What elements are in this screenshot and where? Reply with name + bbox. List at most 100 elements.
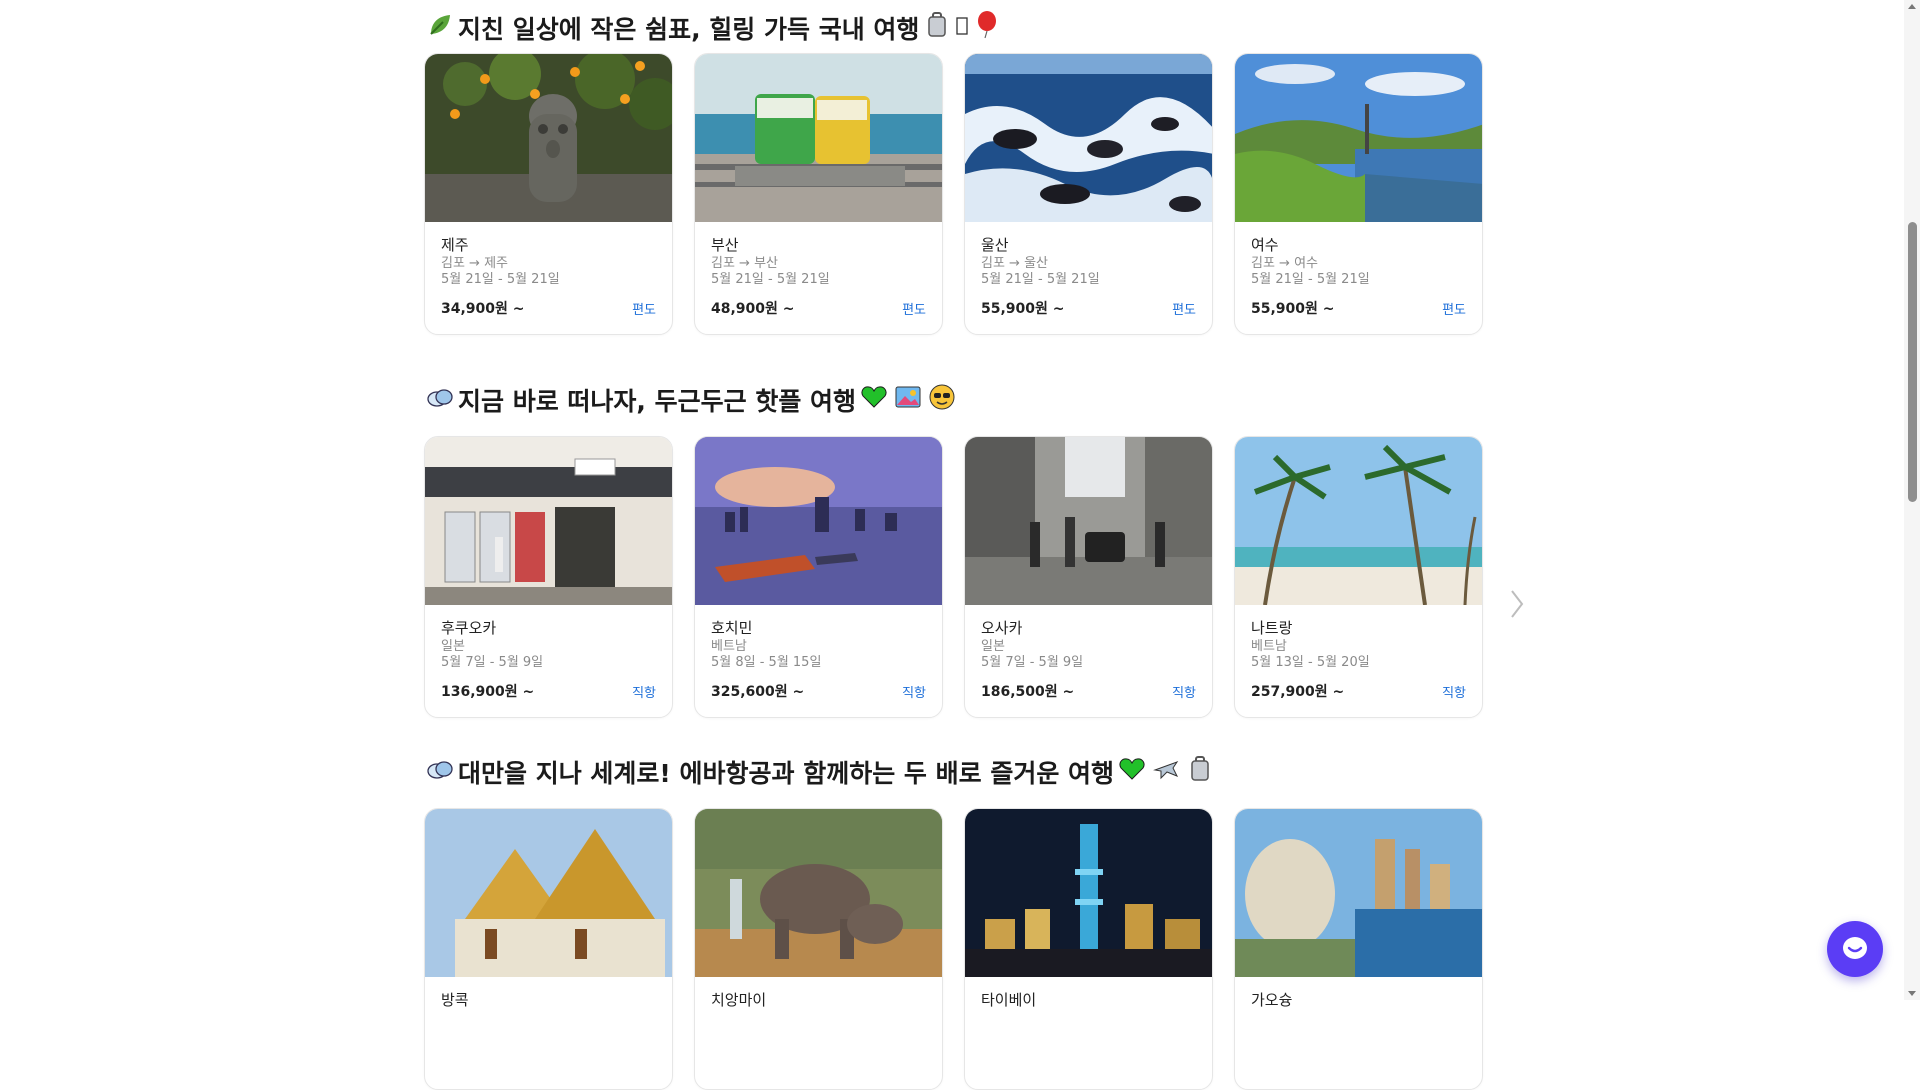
card-footer: 55,900원 ~ 편도 bbox=[1251, 298, 1466, 318]
price-text: 55,900원 ~ bbox=[1251, 301, 1335, 317]
chiangmai-elephants-image bbox=[695, 809, 942, 977]
scroll-down-arrow-icon[interactable] bbox=[1908, 991, 1916, 996]
price-text: 136,900원 ~ bbox=[441, 684, 535, 700]
card-footer: 186,500원 ~ 직항 bbox=[981, 681, 1196, 701]
card-footer: 55,900원 ~ 편도 bbox=[981, 298, 1196, 318]
destination-name: 타이베이 bbox=[981, 991, 1037, 1009]
trip-type-tag: 편도 bbox=[902, 302, 926, 318]
nhatrang-palm-beach-image bbox=[1235, 437, 1482, 605]
price-text: 34,900원 ~ bbox=[441, 301, 525, 317]
missing-glyph-icon bbox=[955, 16, 969, 41]
trip-type-tag: 직항 bbox=[632, 685, 656, 701]
scrollbar-thumb[interactable] bbox=[1908, 222, 1917, 502]
destination-card[interactable]: 가오슝 bbox=[1234, 808, 1483, 1090]
card-info: 울산 김포 → 울산 5월 21일 - 5월 21일 bbox=[981, 234, 1198, 288]
route-text: 김포 → 제주 bbox=[441, 256, 508, 271]
destination-card[interactable]: 후쿠오카 일본 5월 7일 - 5월 9일 136,900원 ~ 직항 bbox=[424, 436, 673, 718]
destination-card[interactable]: 타이베이 bbox=[964, 808, 1213, 1090]
card-footer: 325,600원 ~ 직항 bbox=[711, 681, 926, 701]
bangkok-temple-image bbox=[425, 809, 672, 977]
scroll-up-arrow-icon[interactable] bbox=[1908, 4, 1916, 9]
card-footer: 34,900원 ~ 편도 bbox=[441, 298, 656, 318]
trip-type-tag: 편도 bbox=[1442, 302, 1466, 318]
destination-card[interactable]: 호치민 베트남 5월 8일 - 5월 15일 325,600원 ~ 직항 bbox=[694, 436, 943, 718]
country-text: 일본 bbox=[441, 639, 465, 654]
date-range: 5월 21일 - 5월 21일 bbox=[441, 272, 560, 287]
jeju-stone-statue-image bbox=[425, 54, 672, 222]
card-info: 가오슝 bbox=[1251, 989, 1468, 1011]
card-carousel: 후쿠오카 일본 5월 7일 - 5월 9일 136,900원 ~ 직항 호치민 … bbox=[424, 436, 1524, 718]
fukuoka-shopfront-image bbox=[425, 437, 672, 605]
destination-card[interactable]: 나트랑 베트남 5월 13일 - 5월 20일 257,900원 ~ 직항 bbox=[1234, 436, 1483, 718]
osaka-street-image bbox=[965, 437, 1212, 605]
luggage-icon bbox=[921, 12, 953, 44]
vertical-scrollbar[interactable] bbox=[1904, 0, 1920, 1000]
country-text: 베트남 bbox=[711, 639, 747, 654]
green-heart-icon bbox=[858, 385, 890, 415]
sunglasses-face-icon bbox=[926, 384, 958, 416]
date-range: 5월 21일 - 5월 21일 bbox=[711, 272, 830, 287]
date-range: 5월 7일 - 5월 9일 bbox=[441, 655, 544, 670]
cloud-icon bbox=[424, 385, 456, 415]
card-info: 후쿠오카 일본 5월 7일 - 5월 9일 bbox=[441, 617, 658, 671]
card-info: 호치민 베트남 5월 8일 - 5월 15일 bbox=[711, 617, 928, 671]
price-text: 325,600원 ~ bbox=[711, 684, 805, 700]
taipei-night-skyline-image bbox=[965, 809, 1212, 977]
card-footer: 257,900원 ~ 직항 bbox=[1251, 681, 1466, 701]
price-text: 257,900원 ~ bbox=[1251, 684, 1345, 700]
trip-type-tag: 편도 bbox=[1172, 302, 1196, 318]
destination-name: 가오슝 bbox=[1251, 991, 1293, 1009]
card-info: 타이베이 bbox=[981, 989, 1198, 1011]
balloon-icon bbox=[971, 11, 1003, 45]
date-range: 5월 21일 - 5월 21일 bbox=[981, 272, 1100, 287]
hochiminh-river-skyline-image bbox=[695, 437, 942, 605]
destination-name: 부산 bbox=[711, 236, 739, 254]
route-text: 김포 → 여수 bbox=[1251, 256, 1318, 271]
card-info: 오사카 일본 5월 7일 - 5월 9일 bbox=[981, 617, 1198, 671]
section-title-text: 대만을 지나 세계로! 에바항공과 함께하는 두 배로 즐거운 여행 bbox=[458, 759, 1115, 788]
destination-card[interactable]: 부산 김포 → 부산 5월 21일 - 5월 21일 48,900원 ~ 편도 bbox=[694, 53, 943, 335]
destination-name: 치앙마이 bbox=[711, 991, 767, 1009]
destination-card[interactable]: 여수 김포 → 여수 5월 21일 - 5월 21일 55,900원 ~ 편도 bbox=[1234, 53, 1483, 335]
destination-card[interactable]: 방콕 bbox=[424, 808, 673, 1090]
destination-name: 제주 bbox=[441, 236, 469, 254]
destination-card[interactable]: 오사카 일본 5월 7일 - 5월 9일 186,500원 ~ 직항 bbox=[964, 436, 1213, 718]
section-eva-air: 대만을 지나 세계로! 에바항공과 함께하는 두 배로 즐거운 여행 방콕 치앙… bbox=[424, 752, 1554, 1090]
trip-type-tag: 직항 bbox=[1442, 685, 1466, 701]
ulsan-rocky-sea-image bbox=[965, 54, 1212, 222]
chevron-right-icon[interactable] bbox=[1502, 584, 1532, 624]
destination-name: 여수 bbox=[1251, 236, 1279, 254]
busan-beach-train-image bbox=[695, 54, 942, 222]
chat-bubble-icon bbox=[1843, 937, 1867, 959]
destination-card[interactable]: 치앙마이 bbox=[694, 808, 943, 1090]
card-carousel: 방콕 치앙마이 타이베이 가오슝 bbox=[424, 808, 1494, 1090]
airplane-icon bbox=[1150, 756, 1182, 788]
destination-name: 호치민 bbox=[711, 619, 753, 637]
date-range: 5월 13일 - 5월 20일 bbox=[1251, 655, 1370, 670]
date-range: 5월 7일 - 5월 9일 bbox=[981, 655, 1084, 670]
destination-card[interactable]: 울산 김포 → 울산 5월 21일 - 5월 21일 55,900원 ~ 편도 bbox=[964, 53, 1213, 335]
cloud-icon bbox=[424, 757, 456, 787]
card-info: 제주 김포 → 제주 5월 21일 - 5월 21일 bbox=[441, 234, 658, 288]
card-info: 부산 김포 → 부산 5월 21일 - 5월 21일 bbox=[711, 234, 928, 288]
card-footer: 48,900원 ~ 편도 bbox=[711, 298, 926, 318]
section-title-text: 지금 바로 떠나자, 두근두근 핫플 여행 bbox=[458, 387, 857, 416]
luggage-icon bbox=[1184, 756, 1216, 788]
destination-card[interactable]: 제주 김포 → 제주 5월 21일 - 5월 21일 34,900원 ~ 편도 bbox=[424, 53, 673, 335]
chat-button[interactable] bbox=[1827, 921, 1883, 977]
card-footer: 136,900원 ~ 직항 bbox=[441, 681, 656, 701]
date-range: 5월 21일 - 5월 21일 bbox=[1251, 272, 1370, 287]
green-heart-icon bbox=[1116, 757, 1148, 787]
section-title: 지친 일상에 작은 쉼표, 힐링 가득 국내 여행 bbox=[424, 8, 1003, 48]
card-info: 방콕 bbox=[441, 989, 658, 1011]
price-text: 186,500원 ~ bbox=[981, 684, 1075, 700]
picture-icon bbox=[892, 385, 924, 415]
section-title: 대만을 지나 세계로! 에바항공과 함께하는 두 배로 즐거운 여행 bbox=[424, 752, 1216, 792]
section-hotplace: 지금 바로 떠나자, 두근두근 핫플 여행 후쿠오카 일본 5월 7일 - 5월… bbox=[424, 380, 1554, 720]
card-info: 치앙마이 bbox=[711, 989, 928, 1011]
leaf-icon bbox=[424, 12, 456, 44]
yeosu-harbor-image bbox=[1235, 54, 1482, 222]
price-text: 55,900원 ~ bbox=[981, 301, 1065, 317]
section-domestic: 지친 일상에 작은 쉼표, 힐링 가득 국내 여행 제주 김포 → 제주 5월 … bbox=[424, 8, 1554, 335]
section-title-text: 지친 일상에 작은 쉼표, 힐링 가득 국내 여행 bbox=[458, 15, 920, 44]
